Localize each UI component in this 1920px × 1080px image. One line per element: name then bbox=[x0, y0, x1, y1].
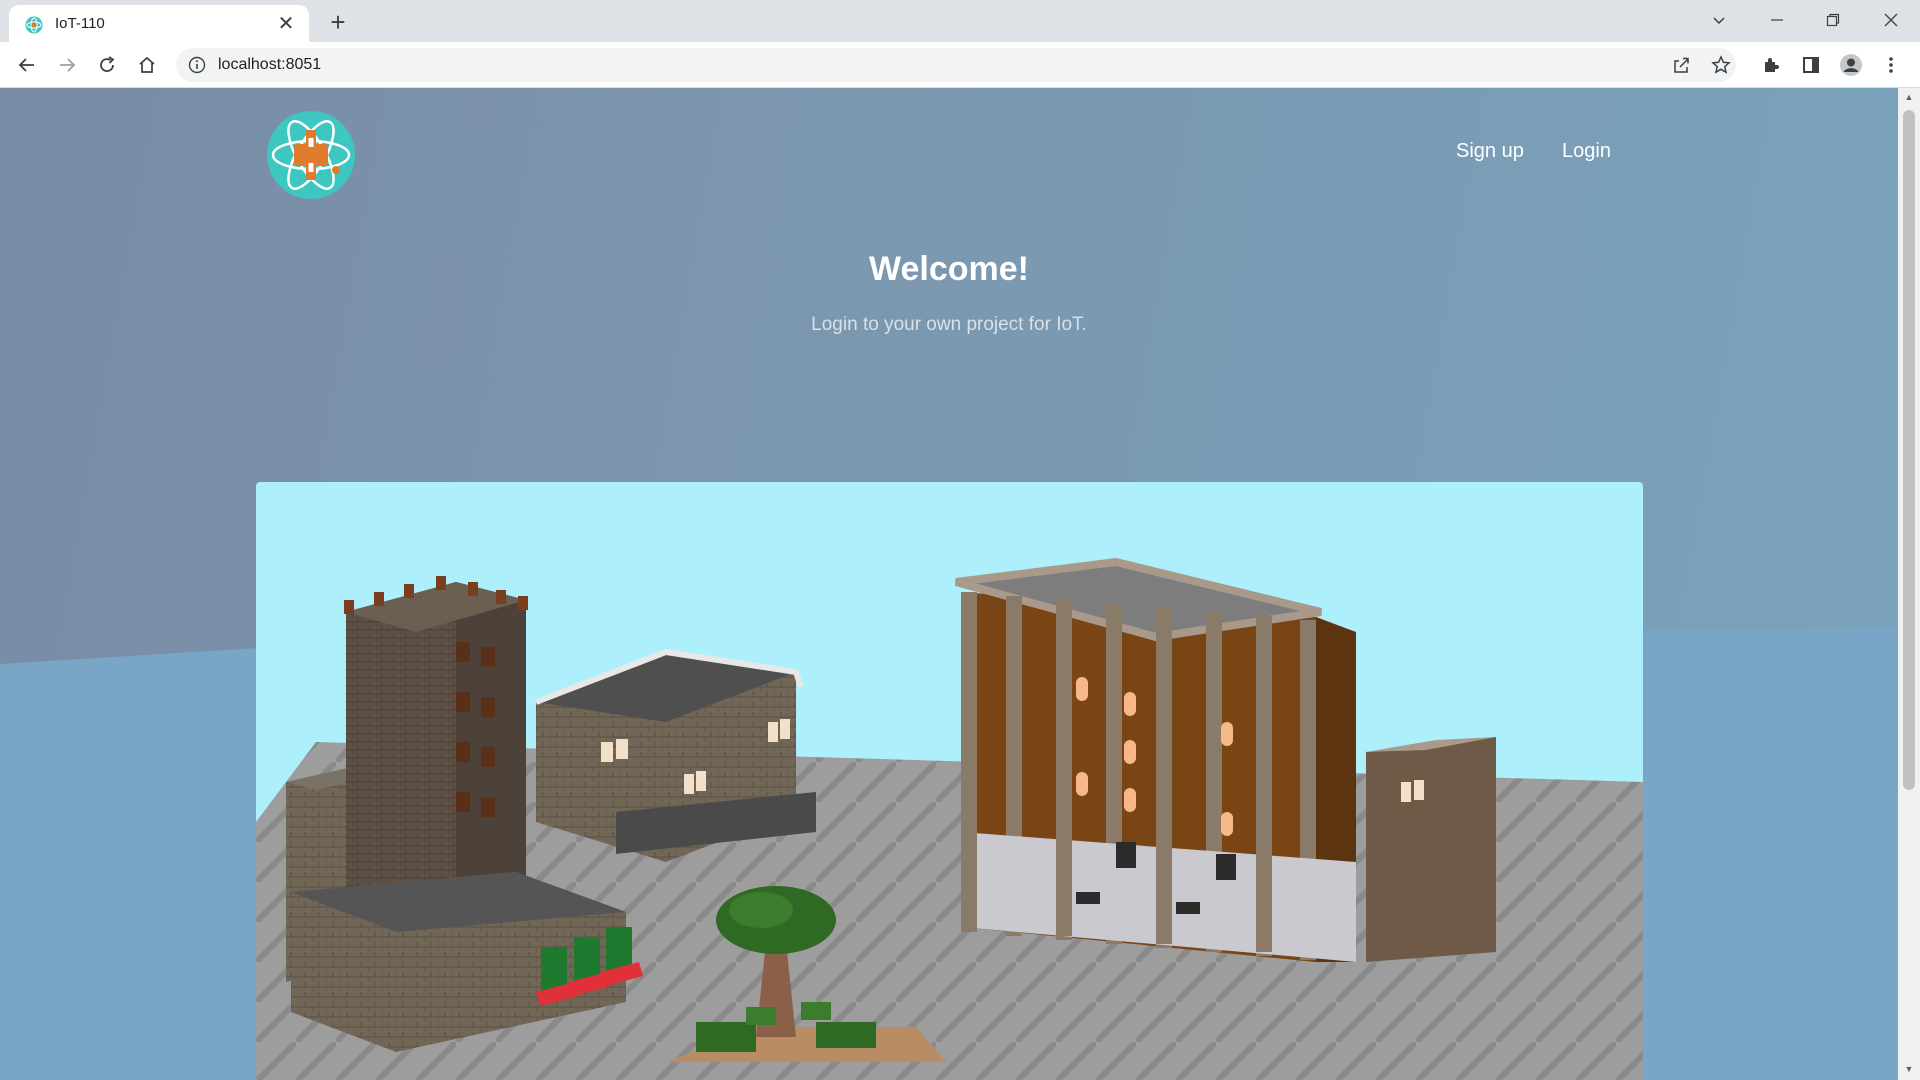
back-arrow-icon[interactable] bbox=[12, 50, 42, 80]
restore-icon[interactable] bbox=[1818, 5, 1848, 35]
side-panel-icon[interactable] bbox=[1798, 52, 1824, 78]
tab-strip: IoT-110 ✕ + bbox=[0, 0, 1920, 42]
scroll-up-icon[interactable]: ▲ bbox=[1903, 92, 1915, 104]
tab-title: IoT-110 bbox=[55, 15, 105, 32]
scrollbar-thumb[interactable] bbox=[1903, 110, 1915, 790]
login-link[interactable]: Login bbox=[1562, 140, 1611, 163]
profile-icon[interactable] bbox=[1838, 52, 1864, 78]
minimize-icon[interactable] bbox=[1762, 5, 1792, 35]
extensions-icon[interactable] bbox=[1758, 52, 1784, 78]
hero-image bbox=[256, 482, 1643, 1080]
logo-icon[interactable] bbox=[266, 110, 356, 200]
url-text: localhost:8051 bbox=[218, 56, 322, 73]
new-tab-button[interactable]: + bbox=[324, 8, 352, 36]
page-subtitle: Login to your own project for IoT. bbox=[811, 314, 1087, 335]
menu-icon[interactable] bbox=[1878, 52, 1904, 78]
home-icon[interactable] bbox=[132, 50, 162, 80]
share-icon[interactable] bbox=[1670, 54, 1692, 76]
forward-arrow-icon[interactable] bbox=[52, 50, 82, 80]
signup-link[interactable]: Sign up bbox=[1456, 140, 1524, 163]
scroll-down-icon[interactable]: ▼ bbox=[1903, 1064, 1915, 1076]
reload-icon[interactable] bbox=[92, 50, 122, 80]
info-icon[interactable] bbox=[188, 56, 206, 74]
chevron-down-icon[interactable] bbox=[1704, 5, 1734, 35]
right-annex bbox=[1366, 737, 1496, 962]
page-viewport: Sign up Login Welcome! Login to your own… bbox=[0, 88, 1898, 1080]
browser-toolbar: localhost:8051 bbox=[0, 42, 1920, 88]
page-title: Welcome! bbox=[869, 250, 1029, 288]
vertical-scrollbar[interactable]: ▲ ▼ bbox=[1898, 88, 1920, 1080]
tab-close-icon[interactable]: ✕ bbox=[275, 13, 297, 35]
favicon-icon bbox=[25, 16, 43, 34]
address-bar[interactable]: localhost:8051 bbox=[176, 48, 1736, 82]
close-icon[interactable] bbox=[1876, 5, 1906, 35]
browser-tab[interactable]: IoT-110 ✕ bbox=[9, 5, 309, 42]
star-icon[interactable] bbox=[1710, 54, 1732, 76]
